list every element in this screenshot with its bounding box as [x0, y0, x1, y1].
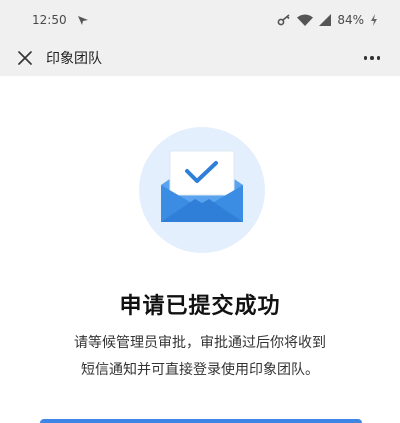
nav-title: 印象团队 — [46, 51, 102, 67]
wifi-icon — [297, 14, 314, 26]
primary-button[interactable] — [40, 419, 362, 423]
location-arrow-icon — [77, 14, 89, 26]
close-icon[interactable] — [16, 49, 34, 67]
status-time: 12:50 — [32, 13, 67, 27]
main-content: 申请已提交成功 请等候管理员审批，审批通过后你将收到 短信通知并可直接登录使用印… — [0, 76, 400, 423]
description: 请等候管理员审批，审批通过后你将收到 短信通知并可直接登录使用印象团队。 — [0, 330, 400, 384]
description-line-1: 请等候管理员审批，审批通过后你将收到 — [74, 335, 326, 351]
description-line-2: 短信通知并可直接登录使用印象团队。 — [81, 362, 319, 378]
battery-charging-icon — [370, 14, 378, 26]
top-nav-bar: 印象团队 — [0, 40, 400, 76]
signal-icon — [319, 14, 332, 26]
page-title: 申请已提交成功 — [119, 294, 281, 319]
status-bar: 12:50 84% — [0, 0, 400, 40]
more-horizontal-icon[interactable] — [363, 52, 380, 64]
battery-level: 84% — [337, 13, 364, 27]
envelope-check-icon — [139, 127, 265, 253]
key-icon — [277, 14, 291, 26]
app-screen: 12:50 84% 印象团队 申请已提交成功 请等候管理员审批，审批通过后你将收… — [0, 0, 400, 423]
